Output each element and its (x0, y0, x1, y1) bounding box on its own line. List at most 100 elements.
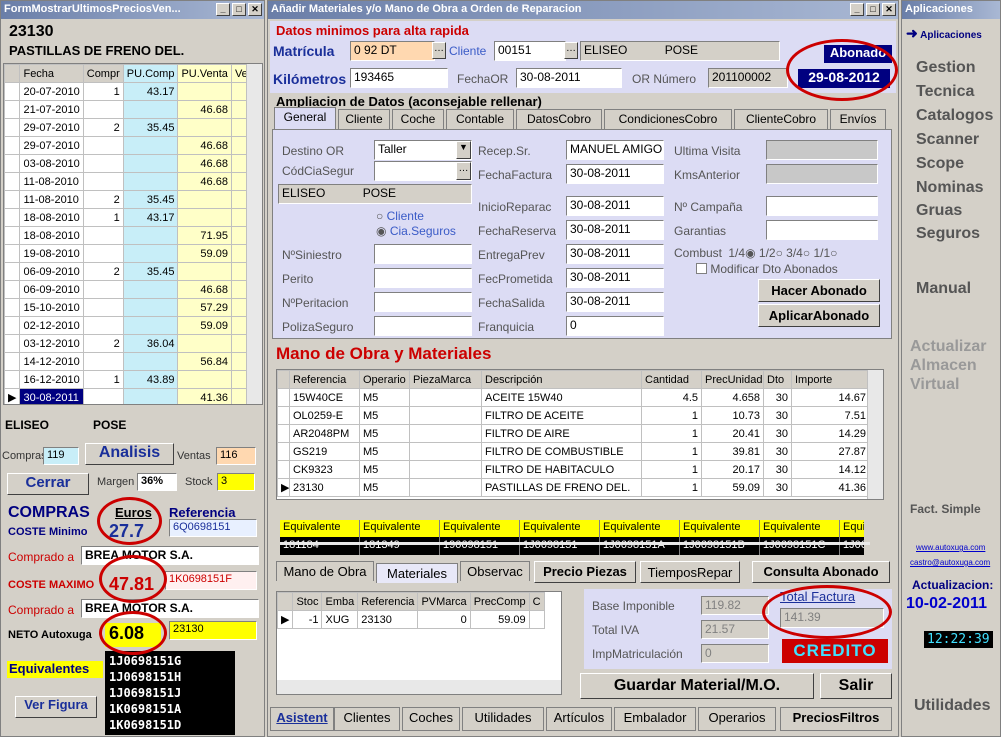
col-extra[interactable]: C (528, 592, 545, 611)
inicio-reparacion-input[interactable]: 30-08-2011 (566, 196, 664, 216)
table-row[interactable]: 11-08-2010 2 35.45 (4, 190, 262, 209)
tab-condicionescobro[interactable]: CondicionesCobro (604, 109, 732, 129)
minimize-icon[interactable]: _ (850, 3, 864, 16)
equivalente-value-cell[interactable]: 1J0698151A (600, 537, 680, 555)
tab-materiales[interactable]: Materiales (376, 563, 458, 583)
stock-hscroll[interactable] (277, 680, 561, 694)
tab-clientes[interactable]: Clientes (334, 707, 400, 731)
menu-tecnica[interactable]: Tecnica (916, 83, 974, 101)
table-row[interactable]: 02-12-201059.091 (4, 316, 262, 335)
almacen-label[interactable]: Almacen (910, 357, 977, 375)
tab-datoscobro[interactable]: DatosCobro (516, 109, 602, 129)
menu-nominas[interactable]: Nominas (916, 179, 984, 197)
price-history-scrollbar[interactable] (246, 64, 262, 404)
tab-clientecobro[interactable]: ClienteCobro (734, 109, 828, 129)
codcia-lookup-button[interactable]: … (456, 162, 471, 180)
table-row[interactable]: ▶ -1 XUG 23130 0 59.09 (277, 610, 545, 629)
equivalente-value-cell[interactable]: 1J0698151 (520, 537, 600, 555)
fecha-salida-input[interactable]: 30-08-2011 (566, 292, 664, 312)
col-pvmarca[interactable]: PVMarca (417, 592, 471, 611)
fuel-quarter[interactable]: 1/4 (728, 246, 745, 260)
table-row[interactable]: ▶30-08-201141.361 (4, 388, 262, 404)
kilometros-input[interactable]: 193465 (350, 68, 448, 88)
campana-input[interactable] (766, 196, 878, 216)
price-history-grid[interactable]: Fecha Compr PU.Comp PU.Venta Venta 20-07… (3, 63, 263, 405)
franquicia-input[interactable]: 0 (566, 316, 664, 336)
minimize-icon[interactable]: _ (216, 3, 230, 16)
col-preccomp[interactable]: PrecComp (469, 592, 530, 611)
fuel-three-quarter[interactable]: 3/4 (786, 246, 803, 260)
table-row[interactable]: 15W40CE M5 ACEITE 15W40 4.5 4.658 30 14.67 (277, 388, 870, 407)
recep-input[interactable]: MANUEL AMIGO (566, 140, 664, 160)
col-pu-compra[interactable]: PU.Comp (122, 64, 179, 83)
tab-envios[interactable]: Envíos (830, 109, 886, 129)
menu-scope[interactable]: Scope (916, 155, 964, 173)
table-row[interactable]: 06-09-201046.681 (4, 280, 262, 299)
matricula-lookup-button[interactable]: … (432, 42, 446, 59)
equivalente-item[interactable]: 1K0698151D (109, 717, 231, 733)
matricula-input[interactable]: 0 92 DT (350, 41, 435, 61)
materials-scrollbar[interactable] (867, 370, 883, 499)
tab-articulos[interactable]: Artículos (546, 707, 612, 731)
equivalente-item[interactable]: 1J0698151G (109, 653, 231, 669)
tab-operarios[interactable]: Operarios (698, 707, 776, 731)
table-row[interactable]: 14-12-201056.841 (4, 352, 262, 371)
analisis-button[interactable]: Analisis (85, 443, 174, 465)
maximize-icon[interactable]: □ (866, 3, 880, 16)
combustible-radios[interactable]: Combust 1/4◉ 1/2○ 3/4○ 1/1○ (674, 246, 837, 260)
table-row[interactable]: AR2048PM M5 FILTRO DE AIRE 1 20.41 30 14.29 (277, 424, 870, 443)
tab-contable[interactable]: Contable (446, 109, 514, 129)
col-fecha[interactable]: Fecha (19, 64, 84, 83)
table-row[interactable]: ▶ 23130 M5 PASTILLAS DE FRENO DEL. 1 59.09 30 4… (277, 478, 870, 497)
fecha-reserva-input[interactable]: 30-08-2011 (566, 220, 664, 240)
siniestro-input[interactable] (374, 244, 472, 264)
cliente-lookup-button[interactable]: … (564, 42, 578, 59)
aplicaciones-link[interactable]: ➜ Aplicaciones (906, 25, 982, 42)
garantias-input[interactable] (766, 220, 878, 240)
close-icon[interactable]: ✕ (248, 3, 262, 16)
table-row[interactable]: 06-09-2010 2 35.45 (4, 262, 262, 281)
menu-scanner[interactable]: Scanner (916, 131, 979, 149)
col-compra[interactable]: Compr (82, 64, 124, 83)
col-pu-venta[interactable]: PU.Venta (177, 64, 232, 83)
fact-simple-link[interactable]: Fact. Simple (910, 502, 981, 516)
table-row[interactable]: 03-08-201046.681 (4, 154, 262, 173)
salir-button[interactable]: Salir (820, 673, 892, 699)
menu-gestion[interactable]: Gestion (916, 59, 976, 77)
consulta-abonado-button[interactable]: Consulta Abonado (752, 561, 890, 583)
equivalente-item[interactable]: 1K0698151A (109, 701, 231, 717)
tab-preciosfiltros[interactable]: PreciosFiltros (780, 707, 892, 731)
equivalentes-list[interactable]: 1J0698151G 1J0698151H 1J0698151J 1K06981… (105, 651, 235, 735)
radio-cliente[interactable]: ○ Cliente (376, 209, 424, 223)
ver-figura-button[interactable]: Ver Figura (15, 696, 97, 718)
equivalente-value-cell[interactable]: 1J0698151C (760, 537, 840, 555)
col-stock-referencia[interactable]: Referencia (357, 592, 419, 611)
col-importe[interactable]: Importe (791, 370, 870, 389)
radio-cia-seguros[interactable]: ◉ Cia.Seguros (376, 224, 456, 238)
poliza-input[interactable] (374, 316, 472, 336)
equivalente-item[interactable]: 1J0698151H (109, 669, 231, 685)
aplicar-abonado-button[interactable]: AplicarAbonado (758, 304, 880, 327)
table-row[interactable]: 19-08-201059.091 (4, 244, 262, 263)
equivalente-value-cell[interactable]: 190698151 (440, 537, 520, 555)
table-row[interactable]: 15-10-201057.291 (4, 298, 262, 317)
equivalentes-strip[interactable]: Equivalente Equivalente Equivalente Equival… (280, 520, 864, 557)
table-row[interactable]: GS219 M5 FILTRO DE COMBUSTIBLE 1 39.81 30 27.8… (277, 442, 870, 461)
table-row[interactable]: 03-12-2010 2 36.04 (4, 334, 262, 353)
equivalente-value-cell[interactable]: 181184 (280, 537, 360, 555)
guardar-button[interactable]: Guardar Material/M.O. (580, 673, 814, 699)
fuel-full[interactable]: 1/1 (813, 246, 830, 260)
fecha-factura-input[interactable]: 30-08-2011 (566, 164, 664, 184)
tab-coche[interactable]: Coche (392, 109, 444, 129)
col-referencia[interactable]: Referencia (289, 370, 360, 389)
fecha-or-input[interactable]: 30-08-2011 (516, 68, 622, 88)
col-descripcion[interactable]: Descripción (481, 370, 642, 389)
table-row[interactable]: 18-08-2010 1 43.17 (4, 208, 262, 227)
menu-catalogos[interactable]: Catalogos (916, 107, 993, 125)
hacer-abonado-button[interactable]: Hacer Abonado (758, 279, 880, 302)
actualizar-label[interactable]: Actualizar (910, 338, 986, 356)
table-row[interactable]: OL0259-E M5 FILTRO DE ACEITE 1 10.73 30 7.51 (277, 406, 870, 425)
tiempos-reparacion-button[interactable]: TiemposRepar (640, 561, 740, 583)
tab-observac[interactable]: Observac (460, 561, 530, 581)
email-link[interactable]: castro@autoxuga.com (910, 558, 990, 567)
